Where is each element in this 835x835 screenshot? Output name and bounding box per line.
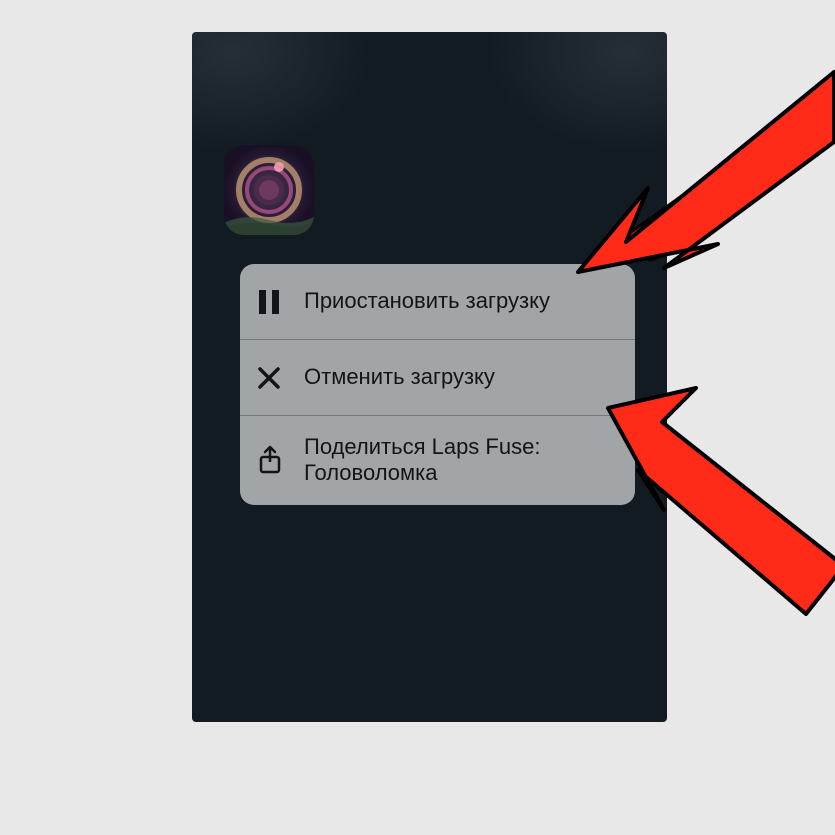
annotation-arrow-2 <box>600 370 835 620</box>
menu-item-cancel-download[interactable]: Отменить загрузку <box>240 340 635 416</box>
pause-icon <box>258 290 298 314</box>
menu-item-share[interactable]: Поделиться Laps Fuse: Головоломка <box>240 416 635 505</box>
app-icon-graphic <box>224 145 314 235</box>
context-menu: Приостановить загрузку Отменить загрузку… <box>240 264 635 505</box>
close-icon <box>258 367 298 389</box>
annotation-arrow-1 <box>570 50 835 300</box>
app-icon[interactable] <box>224 145 314 235</box>
menu-item-label: Поделиться Laps Fuse: Головоломка <box>298 434 617 487</box>
share-icon <box>258 445 298 475</box>
menu-item-label: Отменить загрузку <box>298 364 617 390</box>
